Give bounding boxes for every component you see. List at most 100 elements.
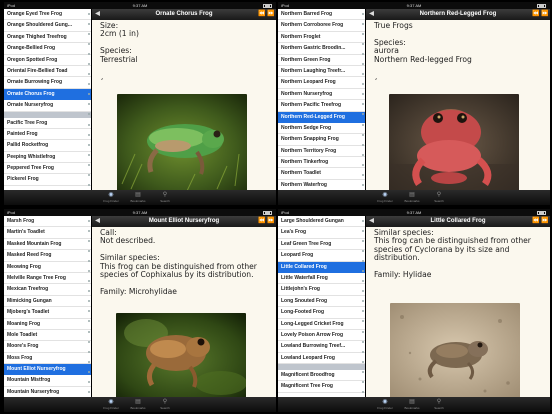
tab-bookmarks[interactable]: ▤ Bookmarks	[126, 398, 150, 411]
next-icon[interactable]: ⏩	[541, 218, 548, 225]
next-icon[interactable]: ⏩	[267, 218, 274, 225]
status-bar: iPod 9:37 AM	[4, 2, 276, 9]
tab-search[interactable]: ⚲ Search	[153, 398, 177, 411]
tab-search[interactable]: ⚲ Search	[427, 398, 451, 411]
list-item[interactable]: Little Waterfall Frog	[278, 273, 365, 285]
list-item[interactable]: Northern Tinkerfrog	[278, 157, 365, 169]
tab-search[interactable]: ⚲ Search	[153, 191, 177, 204]
list-item[interactable]: Northern Froglet	[278, 32, 365, 44]
frog-list[interactable]: Northern Barred Frog Northern Corroboree …	[278, 9, 365, 190]
tab-frog-finder[interactable]: ◉ Frog Finder	[99, 191, 123, 204]
next-icon[interactable]: ⏩	[541, 11, 548, 18]
list-item[interactable]: Lovely Poison Arrow Frog	[278, 330, 365, 342]
list-item[interactable]: Melville Range Tree Frog	[4, 273, 91, 285]
list-item[interactable]: Pallid Rocketfrog	[4, 140, 91, 152]
list-item[interactable]: Orange-Bellied Frog	[4, 43, 91, 55]
back-arrow-icon[interactable]: ◀	[94, 11, 101, 18]
list-item[interactable]: Moss Frog	[4, 353, 91, 365]
section-index-bar[interactable]	[86, 216, 91, 397]
list-item[interactable]: Martin's Toadlet	[4, 227, 91, 239]
list-item[interactable]: Northern Laughing Treefr...	[278, 66, 365, 78]
list-item[interactable]: Lowland Leopard Frog	[278, 353, 365, 365]
list-item[interactable]: Oregon Spotted Frog	[4, 55, 91, 66]
back-arrow-icon[interactable]: ◀	[94, 218, 101, 225]
list-item[interactable]: Long Snouted Frog	[278, 296, 365, 308]
list-item[interactable]: Mimicking Gungan	[4, 296, 91, 308]
battery-icon	[263, 211, 272, 215]
list-item[interactable]: Pickerel Frog	[4, 174, 91, 186]
list-item[interactable]: Northern Sedge Frog	[278, 123, 365, 135]
list-item[interactable]: Magnificent Tree Frog	[278, 381, 365, 393]
list-item[interactable]: Northern Corroboree Frog	[278, 20, 365, 32]
clock: 9:37 AM	[132, 3, 148, 8]
list-item[interactable]: Ornate Chorus Frog	[4, 88, 91, 101]
list-item[interactable]: Peppered Tree Frog	[4, 163, 91, 175]
list-item[interactable]: Northern Gastric Broodin...	[278, 43, 365, 55]
list-item[interactable]: Little Collared Frog	[278, 261, 365, 273]
tab-bookmarks[interactable]: ▤ Bookmarks	[126, 191, 150, 204]
tab-bookmarks[interactable]: ▤ Bookmarks	[400, 191, 424, 204]
back-arrow-icon[interactable]: ◀	[368, 218, 375, 225]
list-item[interactable]: Moaning Frog	[4, 319, 91, 330]
list-item[interactable]: Northern Nurseryfrog	[278, 89, 365, 101]
list-item[interactable]: Northern Barred Frog	[278, 9, 365, 21]
list-item[interactable]: Northern Snapping Frog	[278, 134, 365, 146]
app-screen-northern-red-legged-frog: iPod 9:37 AM Northern Barred Frog Norther…	[278, 2, 550, 205]
tab-bookmarks[interactable]: ▤ Bookmarks	[400, 398, 424, 411]
list-item[interactable]: Northern Leopard Frog	[278, 77, 365, 89]
list-item[interactable]: Northern Red-Legged Frog	[278, 111, 365, 123]
list-item[interactable]: Peeping Whistlefrog	[4, 152, 91, 164]
list-item[interactable]: Orange Eyed Tree Frog	[4, 9, 91, 21]
list-item[interactable]: Meowing Frog	[4, 262, 91, 273]
list-item[interactable]: Painted Frog	[4, 129, 91, 141]
list-item[interactable]: Large Shouldered Gungan	[278, 216, 365, 228]
list-item[interactable]: Lowland Burrowing Treef...	[278, 341, 365, 353]
back-arrow-icon[interactable]: ◀	[368, 11, 375, 18]
list-item[interactable]: Northern Green Frog	[278, 55, 365, 66]
list-item[interactable]: Northern Pacific Treefrog	[278, 100, 365, 112]
frog-list[interactable]: Marsh Frog Martin's Toadlet Masked Mountai…	[4, 216, 91, 397]
search-icon: ⚲	[436, 399, 442, 405]
tab-frog-finder[interactable]: ◉ Frog Finder	[373, 191, 397, 204]
list-item[interactable]: Orange Thighed Treefrog	[4, 32, 91, 44]
previous-icon[interactable]: ⏪	[258, 218, 265, 225]
frog-icon: ◉	[108, 399, 114, 405]
tab-frog-finder[interactable]: ◉ Frog Finder	[99, 398, 123, 411]
list-item[interactable]: Masked Mountain Frog	[4, 239, 91, 251]
list-item[interactable]: Lea's Frog	[278, 227, 365, 239]
next-icon[interactable]: ⏩	[267, 11, 274, 18]
list-item[interactable]: Long-Legged Cricket Frog	[278, 319, 365, 330]
list-item[interactable]: Mount Elliot Nurseryfrog	[4, 364, 91, 376]
list-item[interactable]: Moore's Frog	[4, 341, 91, 353]
list-item[interactable]: Ornate Burrowing Frog	[4, 77, 91, 89]
tab-search[interactable]: ⚲ Search	[427, 191, 451, 204]
list-item[interactable]: Mexican Treefrog	[4, 284, 91, 296]
previous-icon[interactable]: ⏪	[258, 11, 265, 18]
previous-icon[interactable]: ⏪	[532, 11, 539, 18]
section-index-bar[interactable]	[360, 9, 365, 190]
section-index-bar[interactable]	[86, 9, 91, 190]
list-item[interactable]: Northern Waterfrog	[278, 180, 365, 190]
list-item[interactable]: Littlejohn's Frog	[278, 284, 365, 296]
list-item[interactable]: Leaf Green Tree Frog	[278, 239, 365, 251]
list-item[interactable]: Pacific Tree Frog	[4, 118, 91, 129]
list-item[interactable]: Mjoberg's Toadlet	[4, 307, 91, 319]
list-item[interactable]: Mountain Nurseryfrog	[4, 387, 91, 397]
list-item[interactable]: Northern Toadlet	[278, 168, 365, 180]
list-item[interactable]: Masked Reed Frog	[4, 250, 91, 262]
frog-list[interactable]: Large Shouldered Gungan Lea's Frog Leaf Gr…	[278, 216, 365, 397]
list-item[interactable]: Mole Toadlet	[4, 330, 91, 342]
list-item[interactable]: Northern Territory Frog	[278, 146, 365, 158]
previous-icon[interactable]: ⏪	[532, 218, 539, 225]
list-item[interactable]: Magnificent Broodfrog	[278, 370, 365, 382]
list-item[interactable]: Mountain Mistfrog	[4, 375, 91, 387]
list-item[interactable]: Marsh Frog	[4, 216, 91, 228]
frog-list[interactable]: Orange Eyed Tree Frog Orange Shouldered G…	[4, 9, 91, 190]
tab-frog-finder[interactable]: ◉ Frog Finder	[373, 398, 397, 411]
list-item[interactable]: Oriental Fire-Bellied Toad	[4, 66, 91, 78]
list-item[interactable]: Ornate Nurseryfrog	[4, 100, 91, 112]
section-index-bar[interactable]	[360, 216, 365, 397]
list-item[interactable]: Leopard Frog	[278, 250, 365, 262]
list-item[interactable]: Orange Shouldered Gung...	[4, 20, 91, 32]
list-item[interactable]: Long-Footed Frog	[278, 307, 365, 319]
